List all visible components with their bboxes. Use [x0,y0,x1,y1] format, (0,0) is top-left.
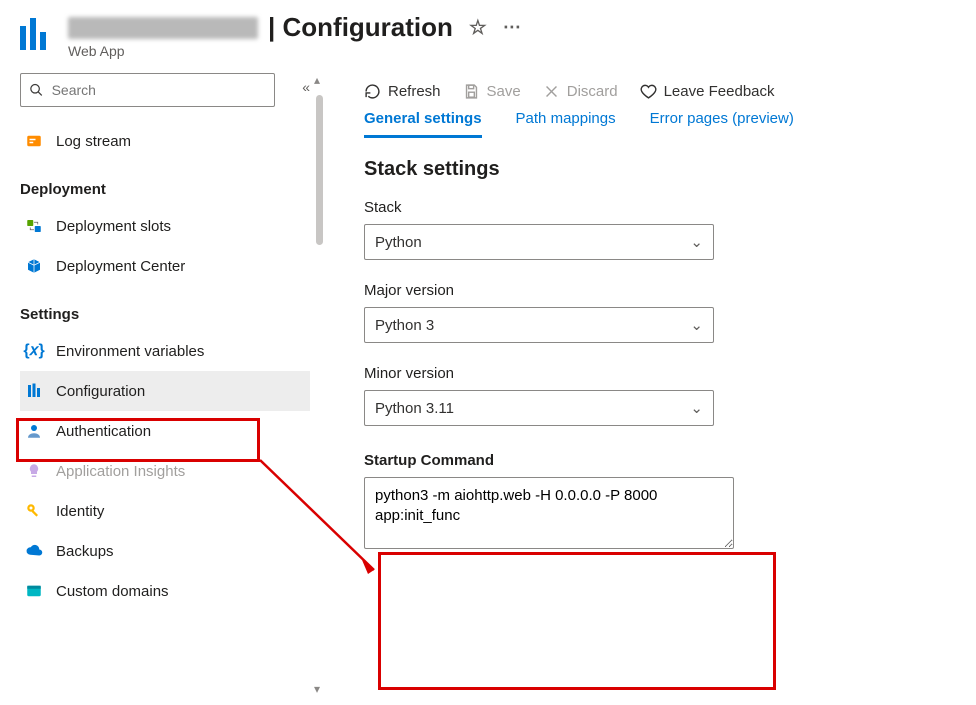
command-bar: Refresh Save Discard Leave Feedback [364,67,956,110]
feedback-label: Leave Feedback [664,83,775,100]
minor-version-value: Python 3.11 [375,400,454,417]
tab-path-mappings[interactable]: Path mappings [516,110,616,138]
save-label: Save [487,83,521,100]
search-icon [29,82,44,98]
section-title: Stack settings [364,158,956,181]
sidebar-item-log-stream[interactable]: Log stream [20,121,310,161]
startup-command-label: Startup Command [364,452,956,469]
stack-select[interactable]: Python ⌄ [364,224,714,260]
sidebar-scrollbar[interactable]: ▴ ▾ [310,67,328,702]
sidebar-search[interactable] [20,73,275,107]
cloud-icon [24,541,44,561]
tab-error-pages[interactable]: Error pages (preview) [650,110,794,138]
configuration-icon [24,381,44,401]
sidebar-item-label: Deployment slots [56,218,171,235]
sidebar-item-identity[interactable]: Identity [20,491,310,531]
sidebar-item-custom-domains[interactable]: Custom domains [20,571,310,611]
tab-bar: General settings Path mappings Error pag… [364,110,956,138]
stack-value: Python [375,234,422,251]
sidebar-item-label: Log stream [56,133,131,150]
scrollbar-thumb[interactable] [316,95,323,245]
discard-icon [543,83,560,100]
sidebar-item-backups[interactable]: Backups [20,531,310,571]
sidebar-item-label: Application Insights [56,463,185,480]
major-version-value: Python 3 [375,317,434,334]
sidebar-section-deployment: Deployment [20,181,310,198]
sidebar-item-application-insights[interactable]: Application Insights [20,451,310,491]
discard-button: Discard [543,83,618,100]
key-icon [24,501,44,521]
tab-general-settings[interactable]: General settings [364,110,482,138]
more-icon[interactable]: ⋯ [503,17,523,38]
sidebar-item-authentication[interactable]: Authentication [20,411,310,451]
sidebar-item-label: Authentication [56,423,151,440]
pin-icon[interactable]: ☆ [469,15,487,40]
sidebar-item-label: Environment variables [56,343,204,360]
minor-version-label: Minor version [364,365,956,382]
heart-icon [640,83,657,100]
sidebar-item-label: Backups [56,543,114,560]
sidebar-item-label: Deployment Center [56,258,185,275]
app-service-icon [20,16,54,50]
collapse-sidebar-icon[interactable]: « [302,79,310,95]
minor-version-select[interactable]: Python 3.11 ⌄ [364,390,714,426]
deployment-slots-icon [24,216,44,236]
bulb-icon [24,461,44,481]
deployment-center-icon [24,256,44,276]
save-icon [463,83,480,100]
chevron-down-icon: ⌄ [690,316,703,334]
page-title: xxxxx | Configuration ☆ ⋯ [68,12,523,43]
feedback-button[interactable]: Leave Feedback [640,83,775,100]
major-version-select[interactable]: Python 3 ⌄ [364,307,714,343]
sidebar-item-label: Custom domains [56,583,169,600]
startup-command-input[interactable] [364,477,734,549]
sidebar-item-deployment-slots[interactable]: Deployment slots [20,206,310,246]
sidebar-item-label: Identity [56,503,104,520]
sidebar-item-configuration[interactable]: Configuration [20,371,310,411]
log-stream-icon [24,131,44,151]
scroll-down-icon[interactable]: ▾ [314,682,320,696]
chevron-down-icon: ⌄ [690,233,703,251]
person-icon [24,421,44,441]
scroll-up-icon[interactable]: ▴ [314,73,320,87]
domain-icon [24,581,44,601]
refresh-icon [364,83,381,100]
major-version-label: Major version [364,282,956,299]
sidebar-item-environment-variables[interactable]: {𝑥} Environment variables [20,331,310,371]
resource-name-redacted: xxxxx [68,17,258,39]
page-header: xxxxx | Configuration ☆ ⋯ Web App [0,0,976,67]
chevron-down-icon: ⌄ [690,399,703,417]
search-input[interactable] [50,81,266,99]
discard-label: Discard [567,83,618,100]
main-content: Refresh Save Discard Leave Feedback Gene… [328,67,976,702]
stack-label: Stack [364,199,956,216]
page-title-suffix: | Configuration [268,12,453,43]
sidebar-item-label: Configuration [56,383,145,400]
sidebar: « Log stream Deployment Deployment slots… [0,67,310,702]
sidebar-section-settings: Settings [20,306,310,323]
save-button: Save [463,83,521,100]
braces-icon: {𝑥} [24,341,44,361]
sidebar-item-deployment-center[interactable]: Deployment Center [20,246,310,286]
refresh-button[interactable]: Refresh [364,83,441,100]
refresh-label: Refresh [388,83,441,100]
